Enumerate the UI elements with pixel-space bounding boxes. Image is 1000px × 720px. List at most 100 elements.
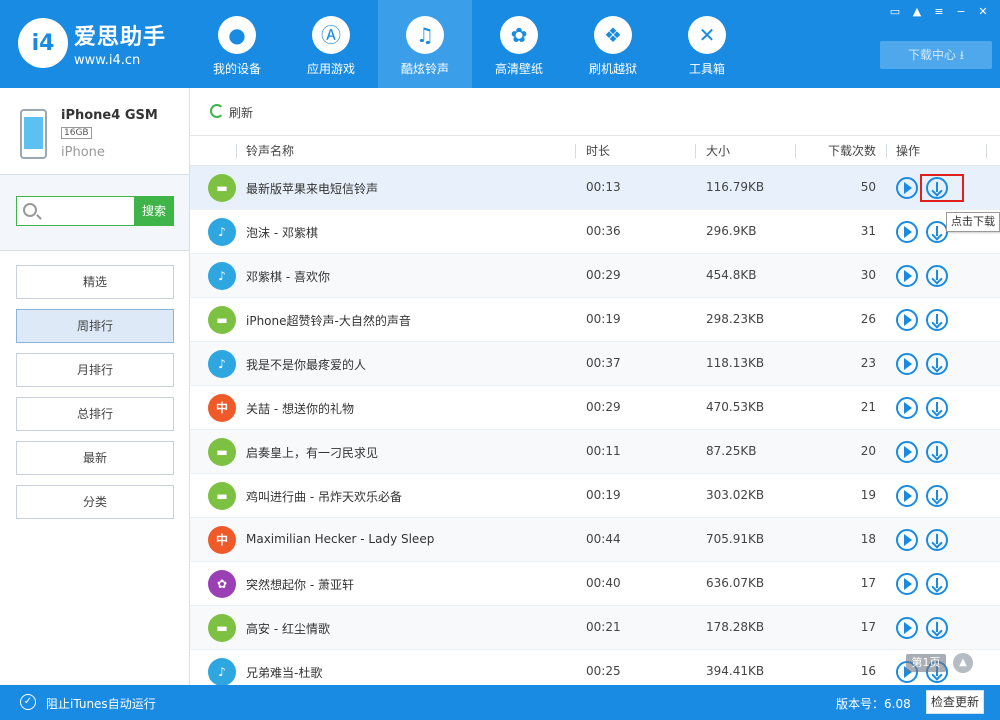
ringtone-name: 鸡叫进行曲 - 吊炸天欢乐必备 (246, 490, 402, 504)
ringtone-downloads: 50 (860, 180, 876, 194)
version-label: 版本号：6.08 (836, 697, 911, 711)
play-icon[interactable] (896, 177, 918, 199)
bell-icon: ♫ (406, 16, 444, 54)
ringtone-downloads: 17 (860, 620, 876, 634)
table-row[interactable]: ▬ 启奏皇上，有一刁民求见 00:11 87.25KB 20 (190, 430, 1000, 474)
download-icon[interactable] (926, 353, 948, 375)
play-icon[interactable] (896, 309, 918, 331)
ringtone-duration: 00:25 (586, 664, 621, 678)
table-row[interactable]: 中 Maximilian Hecker - Lady Sleep 00:44 7… (190, 518, 1000, 562)
column-header-size[interactable]: 大小 (706, 136, 730, 166)
table-row[interactable]: ♪ 邓紫棋 - 喜欢你 00:29 454.8KB 30 (190, 254, 1000, 298)
download-icon[interactable] (926, 397, 948, 419)
play-icon[interactable] (896, 573, 918, 595)
ringtone-name: 泡沫 - 邓紫棋 (246, 226, 318, 240)
play-icon[interactable] (896, 397, 918, 419)
download-icon[interactable] (926, 529, 948, 551)
nav-wallpapers[interactable]: ✿ 高清壁纸 (472, 0, 566, 88)
column-header-name[interactable]: 铃声名称 (246, 136, 294, 166)
menu-total[interactable]: 总排行 (16, 397, 174, 431)
search-box (16, 196, 134, 226)
ringtone-size: 296.9KB (706, 224, 757, 238)
microphone-icon: ♪ (208, 350, 236, 378)
table-row[interactable]: ♪ 兄弟难当-杜歌 00:25 394.41KB 16 (190, 650, 1000, 685)
column-header-duration[interactable]: 时长 (586, 136, 610, 166)
feedback-icon[interactable]: ▭ (884, 3, 906, 21)
ringtone-downloads: 19 (860, 488, 876, 502)
message-icon: ▬ (208, 438, 236, 466)
menu-latest[interactable]: 最新 (16, 441, 174, 475)
nav-ringtones[interactable]: ♫ 酷炫铃声 (378, 0, 472, 88)
ringtone-name: 邓紫棋 - 喜欢你 (246, 270, 330, 284)
search-button[interactable]: 搜索 (134, 196, 174, 226)
play-icon[interactable] (896, 221, 918, 243)
table-row[interactable]: 中 关喆 - 想送你的礼物 00:29 470.53KB 21 (190, 386, 1000, 430)
ringtone-size: 705.91KB (706, 532, 765, 546)
ringtone-duration: 00:44 (586, 532, 621, 546)
menu-weekly[interactable]: 周排行 (16, 309, 174, 343)
ringtone-duration: 00:19 (586, 488, 621, 502)
table-row[interactable]: ♪ 我是不是你最疼爱的人 00:37 118.13KB 23 (190, 342, 1000, 386)
main-panel: 刷新 铃声名称 时长 大小 下载次数 操作 ▬ 最新版苹果来电短信铃声 00:1… (190, 88, 1000, 685)
refresh-button[interactable]: 刷新 (229, 104, 253, 121)
table-row[interactable]: ▬ 最新版苹果来电短信铃声 00:13 116.79KB 50 (190, 166, 1000, 210)
check-update-button[interactable]: 检查更新 (926, 690, 984, 714)
ringtone-downloads: 23 (860, 356, 876, 370)
ringtone-size: 394.41KB (706, 664, 765, 678)
close-icon[interactable]: ✕ (972, 3, 994, 21)
ranking-menu: 精选 周排行 月排行 总排行 最新 分类 (0, 250, 189, 684)
ringtone-downloads: 26 (860, 312, 876, 326)
ringtone-name: 高安 - 红尘情歌 (246, 622, 330, 636)
download-icon[interactable] (926, 617, 948, 639)
microphone-icon: ♪ (208, 658, 236, 685)
play-icon[interactable] (896, 265, 918, 287)
ringtone-downloads: 16 (860, 664, 876, 678)
toolbar: 刷新 (190, 88, 1000, 136)
ringtone-duration: 00:29 (586, 400, 621, 414)
table-row[interactable]: ▬ 高安 - 红尘情歌 00:21 178.28KB 17 (190, 606, 1000, 650)
menu-featured[interactable]: 精选 (16, 265, 174, 299)
page-indicator: 第1页 (906, 654, 946, 672)
ringtone-name: 关喆 - 想送你的礼物 (246, 402, 354, 416)
microphone-icon: ♪ (208, 262, 236, 290)
search-input[interactable] (43, 199, 131, 223)
menu-icon[interactable]: ≡ (928, 3, 950, 21)
nav-apps-games[interactable]: Ⓐ 应用游戏 (284, 0, 378, 88)
column-header-downloads[interactable]: 下载次数 (828, 136, 876, 166)
play-icon[interactable] (896, 485, 918, 507)
play-icon[interactable] (896, 441, 918, 463)
download-icon[interactable] (926, 573, 948, 595)
ringtone-duration: 00:29 (586, 268, 621, 282)
ringtone-duration: 00:36 (586, 224, 621, 238)
refresh-icon[interactable] (210, 104, 224, 118)
table-row[interactable]: ▬ 鸡叫进行曲 - 吊炸天欢乐必备 00:19 303.02KB 19 (190, 474, 1000, 518)
ringtone-downloads: 20 (860, 444, 876, 458)
download-icon[interactable] (926, 441, 948, 463)
play-icon[interactable] (896, 529, 918, 551)
scroll-to-top-icon[interactable]: ▲ (953, 653, 973, 673)
table-row[interactable]: ✿ 突然想起你 - 萧亚轩 00:40 636.07KB 17 (190, 562, 1000, 606)
check-circle-icon[interactable]: ✓ (20, 694, 36, 710)
play-icon[interactable] (896, 353, 918, 375)
ringtone-size: 178.28KB (706, 620, 765, 634)
download-center-button[interactable]: 下载中心 ⭳ (880, 41, 992, 69)
nav-toolbox[interactable]: ✕ 工具箱 (660, 0, 754, 88)
download-icon[interactable] (926, 309, 948, 331)
app-name: 爱思助手 (74, 24, 167, 50)
minimize-icon[interactable]: − (950, 3, 972, 21)
download-icon[interactable] (926, 485, 948, 507)
download-icon[interactable] (926, 265, 948, 287)
download-icon[interactable] (926, 221, 948, 243)
menu-monthly[interactable]: 月排行 (16, 353, 174, 387)
sidebar: iPhone4 GSM 16GB iPhone 搜索 精选 周排行 月排行 总排… (0, 88, 190, 685)
play-icon[interactable] (896, 617, 918, 639)
table-row[interactable]: ♪ 泡沫 - 邓紫棋 00:36 296.9KB 31 (190, 210, 1000, 254)
apple-icon: ● (218, 16, 256, 54)
skin-icon[interactable]: ▲ (906, 3, 928, 21)
nav-my-device[interactable]: ● 我的设备 (190, 0, 284, 88)
block-itunes-autorun[interactable]: 阻止iTunes自动运行 (46, 695, 156, 712)
tools-icon: ✕ (688, 16, 726, 54)
nav-flash-jailbreak[interactable]: ❖ 刷机越狱 (566, 0, 660, 88)
menu-category[interactable]: 分类 (16, 485, 174, 519)
table-row[interactable]: ▬ iPhone超赞铃声-大自然的声音 00:19 298.23KB 26 (190, 298, 1000, 342)
